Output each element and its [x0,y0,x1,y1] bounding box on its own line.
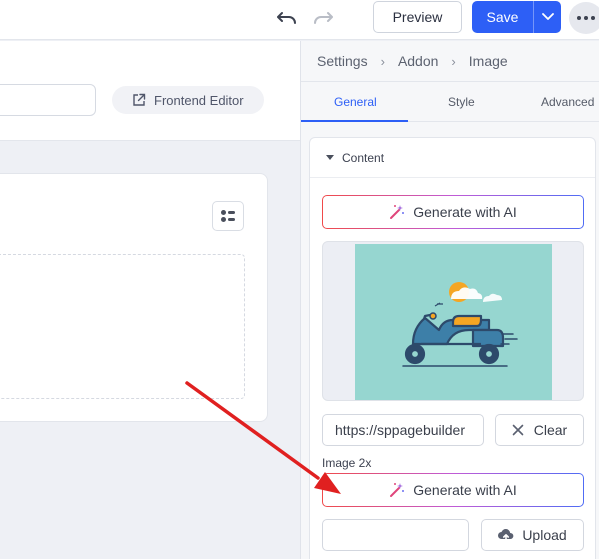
image-preview[interactable] [322,241,584,401]
generate-with-ai-2x-button[interactable]: Generate with AI [322,473,584,507]
chevron-right-icon: › [451,53,456,69]
external-link-icon [133,93,146,106]
upload-button[interactable]: Upload [481,519,584,551]
clear-button[interactable]: Clear [495,414,584,446]
chevron-right-icon: › [380,53,385,69]
settings-panel: Settings › Addon › Image General Style A… [300,41,599,559]
canvas-toolbar: Frontend Editor [0,41,300,141]
breadcrumb-image: Image [468,53,508,69]
addon-card[interactable] [0,173,268,422]
image-url-field[interactable]: https://sppagebuilder [322,414,484,446]
breadcrumb-addon[interactable]: Addon [398,53,438,69]
redo-icon[interactable] [312,8,334,28]
addon-settings-icon[interactable] [212,201,244,231]
tab-advanced[interactable]: Advanced [541,95,594,109]
upload-label: Upload [522,527,567,543]
cloud-upload-icon [498,529,514,542]
tab-general[interactable]: General [334,95,377,109]
more-options-icon[interactable] [569,2,599,34]
magic-wand-icon [390,205,405,219]
chevron-down-icon[interactable] [534,13,561,21]
frontend-editor-button[interactable]: Frontend Editor [112,86,264,114]
generate-with-ai-2x-label: Generate with AI [413,482,517,498]
generate-with-ai-label: Generate with AI [413,204,517,220]
image-2x-url-field[interactable] [322,519,469,551]
content-section-header[interactable]: Content [310,138,595,178]
breadcrumb: Settings › Addon › Image [317,53,508,69]
content-section-title: Content [342,150,385,165]
caret-down-icon [326,155,334,160]
addon-dropzone[interactable] [0,254,245,399]
undo-icon[interactable] [276,8,298,28]
settings-tabs: General Style Advanced [301,81,599,122]
frontend-editor-label: Frontend Editor [154,92,244,108]
top-toolbar: Preview Save [0,0,599,40]
content-section: Content Generate with AI https://sppageb… [309,137,596,559]
breadcrumb-settings[interactable]: Settings [317,53,368,69]
close-icon [512,424,524,436]
page-url-input[interactable] [0,84,96,116]
preview-button[interactable]: Preview [373,1,462,33]
scooter-image [355,244,552,400]
save-button-label[interactable]: Save [472,9,533,25]
tab-style[interactable]: Style [448,95,475,109]
save-button[interactable]: Save [472,1,561,33]
clear-label: Clear [533,422,568,438]
active-tab-indicator [301,120,408,122]
magic-wand-icon [390,483,405,497]
image-2x-label: Image 2x [322,456,372,470]
generate-with-ai-button[interactable]: Generate with AI [322,195,584,229]
